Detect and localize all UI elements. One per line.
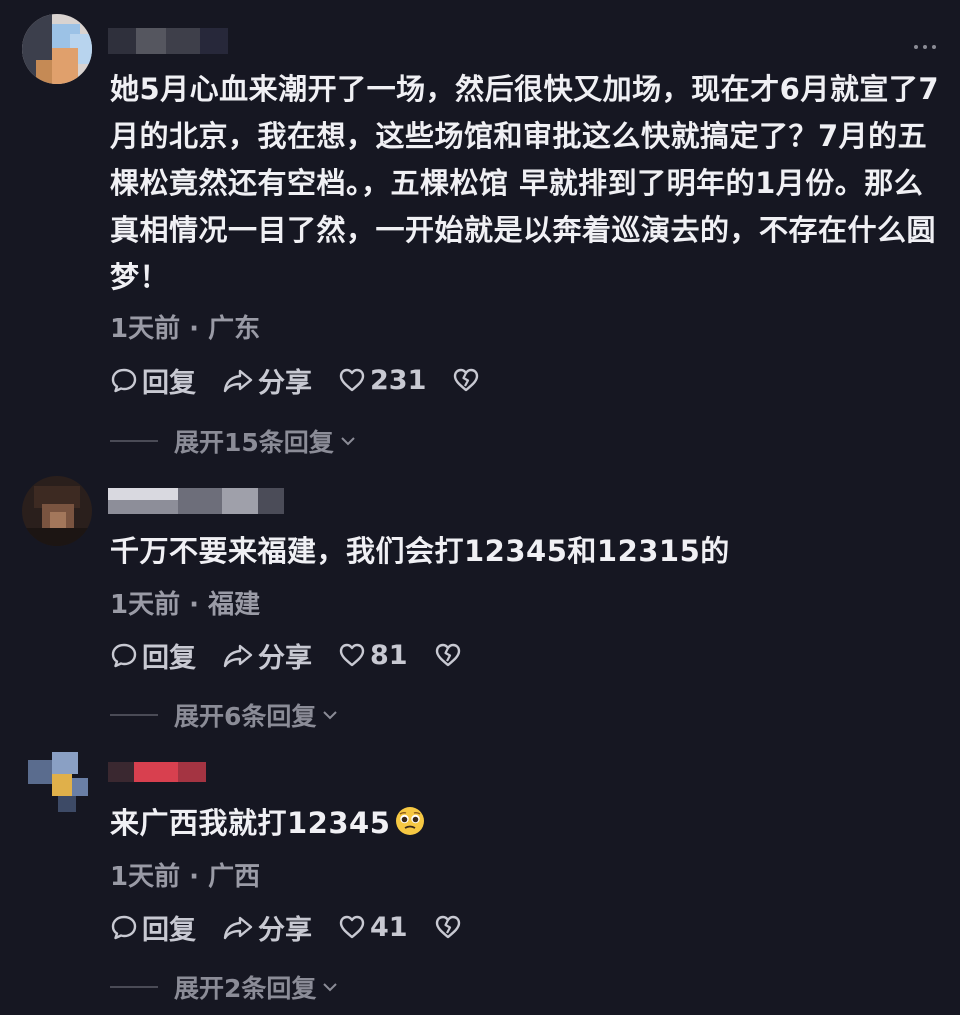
comment-text: 千万不要来福建，我们会打12345和12315的 xyxy=(110,534,730,568)
share-button[interactable]: 分享 xyxy=(222,361,312,400)
comment-text-body: 来广西我就打12345 xyxy=(110,806,391,840)
share-button[interactable]: 分享 xyxy=(222,908,312,947)
heart-icon xyxy=(339,915,365,939)
speech-bubble-icon xyxy=(111,643,137,668)
share-arrow-icon xyxy=(223,369,253,393)
reply-button[interactable]: 回复 xyxy=(110,908,196,947)
like-count: 41 xyxy=(370,911,408,943)
share-label: 分享 xyxy=(258,367,312,399)
chevron-down-icon xyxy=(323,983,338,992)
broken-heart-icon xyxy=(435,643,460,667)
reply-label: 回复 xyxy=(142,642,196,674)
comment-meta: 1天前 · 广东 xyxy=(110,314,261,344)
comment-actions: 回复 分享 41 xyxy=(110,908,492,947)
dislike-button[interactable] xyxy=(452,366,484,394)
avatar[interactable] xyxy=(22,748,92,818)
reply-button[interactable]: 回复 xyxy=(110,361,196,400)
comment-text: 她5月心血来潮开了一场，然后很快又加场，现在才6月就宣了7月的北京，我在想，这些… xyxy=(110,72,940,294)
more-dots-icon[interactable] xyxy=(914,42,942,52)
chevron-down-icon xyxy=(323,711,338,720)
broken-heart-icon xyxy=(435,915,460,939)
share-arrow-icon xyxy=(223,916,253,940)
expand-label: 展开2条回复 xyxy=(174,974,317,1003)
pleading-face-emoji xyxy=(396,807,425,835)
avatar[interactable] xyxy=(22,14,92,84)
like-button[interactable]: 81 xyxy=(338,640,408,671)
share-label: 分享 xyxy=(258,642,312,674)
share-button[interactable]: 分享 xyxy=(222,636,312,675)
username-blurred[interactable] xyxy=(108,28,228,54)
expand-label: 展开6条回复 xyxy=(174,702,317,731)
heart-icon xyxy=(339,643,365,667)
divider-line xyxy=(110,714,158,716)
username-blurred[interactable] xyxy=(108,762,206,782)
speech-bubble-icon xyxy=(111,368,137,393)
heart-icon xyxy=(339,368,365,392)
avatar[interactable] xyxy=(22,476,92,546)
chevron-down-icon xyxy=(341,437,355,446)
dislike-button[interactable] xyxy=(434,641,466,669)
divider-line xyxy=(110,440,158,442)
reply-button[interactable]: 回复 xyxy=(110,636,196,675)
comment-actions: 回复 分享 231 xyxy=(110,361,510,400)
expand-replies[interactable]: 展开6条回复 xyxy=(110,700,340,731)
comment-meta: 1天前 · 广西 xyxy=(110,862,261,892)
like-count: 231 xyxy=(370,364,427,396)
expand-label: 展开15条回复 xyxy=(174,428,334,457)
like-count: 81 xyxy=(370,639,408,671)
comment-actions: 回复 分享 81 xyxy=(110,636,492,675)
username-blurred[interactable] xyxy=(108,488,284,514)
speech-bubble-icon xyxy=(111,915,137,940)
expand-replies[interactable]: 展开2条回复 xyxy=(110,972,340,1003)
reply-label: 回复 xyxy=(142,914,196,946)
like-button[interactable]: 231 xyxy=(338,365,426,396)
dislike-button[interactable] xyxy=(434,913,466,941)
comment-meta: 1天前 · 福建 xyxy=(110,590,261,620)
like-button[interactable]: 41 xyxy=(338,912,408,943)
expand-replies[interactable]: 展开15条回复 xyxy=(110,426,358,457)
reply-label: 回复 xyxy=(142,367,196,399)
comment-text: 来广西我就打12345 xyxy=(110,800,940,847)
share-label: 分享 xyxy=(258,914,312,946)
share-arrow-icon xyxy=(223,644,253,668)
broken-heart-icon xyxy=(454,368,479,392)
divider-line xyxy=(110,986,158,988)
